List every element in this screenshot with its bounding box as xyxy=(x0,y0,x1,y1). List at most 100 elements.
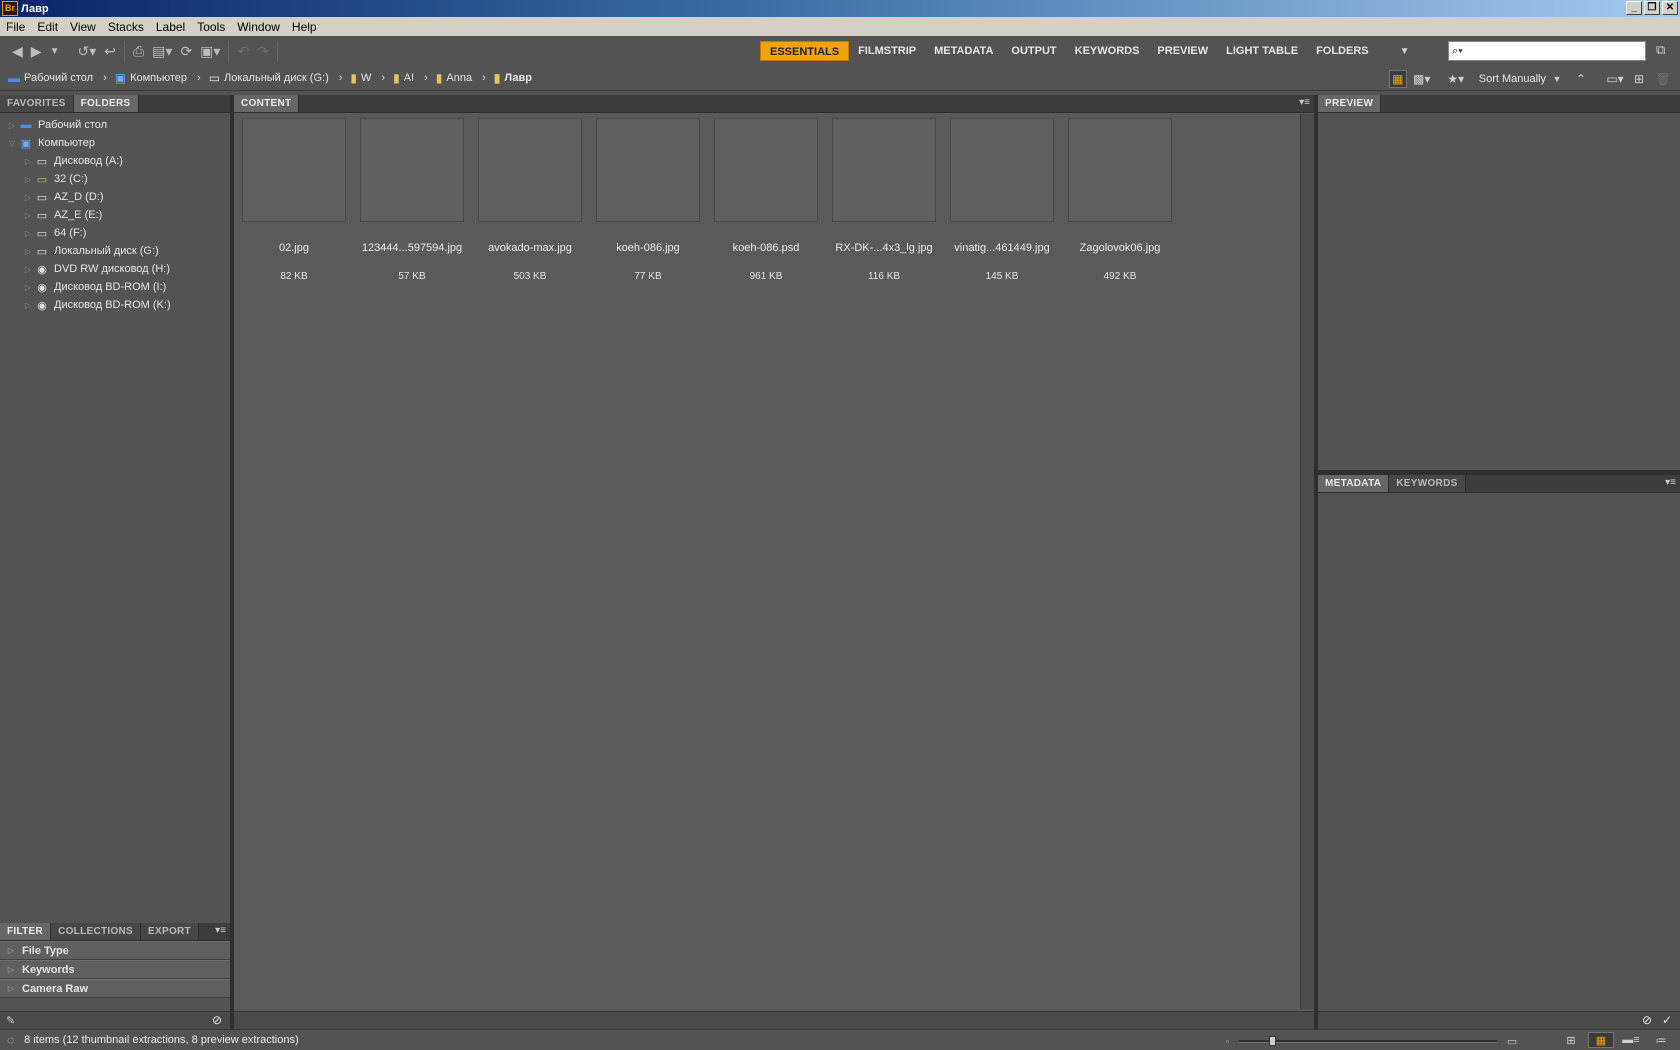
sort-menu[interactable]: Sort Manually xyxy=(1479,73,1546,85)
thumbnail-image[interactable] xyxy=(1068,118,1172,222)
expand-triangle-icon[interactable]: ▷ xyxy=(22,157,34,166)
minimize-button[interactable]: _ xyxy=(1626,1,1642,15)
trash-icon[interactable]: 🗑 xyxy=(1654,70,1672,88)
menu-file[interactable]: File xyxy=(0,20,31,34)
tree-item-drive-g[interactable]: ▷ ▭ Локальный диск (G:) xyxy=(0,242,230,260)
thumbnail-item[interactable]: koeh-086.psd 961 KB xyxy=(714,118,818,283)
tree-item-drive-e[interactable]: ▷ ▭ AZ_E (E:) xyxy=(0,206,230,224)
workspace-filmstrip[interactable]: FILMSTRIP xyxy=(849,41,925,61)
breadcrumb-chevron-icon[interactable]: › xyxy=(424,72,428,84)
breadcrumb-chevron-icon[interactable]: › xyxy=(197,72,201,84)
menu-tools[interactable]: Tools xyxy=(191,20,231,34)
tree-item-drive-f[interactable]: ▷ ▭ 64 (F:) xyxy=(0,224,230,242)
workspace-keywords[interactable]: KEYWORDS xyxy=(1066,41,1149,61)
workspace-metadata[interactable]: METADATA xyxy=(925,41,1002,61)
forward-arrow-icon[interactable]: ▶ xyxy=(31,40,42,62)
filter-section-camera-raw[interactable]: ▷ Camera Raw xyxy=(0,979,230,998)
cancel-icon[interactable]: ⊘ xyxy=(1642,1013,1652,1027)
star-filter-icon[interactable]: ★▾ xyxy=(1447,70,1465,88)
breadcrumb-chevron-icon[interactable]: › xyxy=(339,72,343,84)
thumbnail-quality-icon[interactable]: ▩▾ xyxy=(1413,70,1431,88)
menu-help[interactable]: Help xyxy=(286,20,323,34)
quality-thumbnails-icon[interactable]: ▦ xyxy=(1388,69,1407,88)
thumbnail-image[interactable] xyxy=(950,118,1054,222)
expand-triangle-icon[interactable]: ▷ xyxy=(22,265,34,274)
expand-triangle-icon[interactable]: ▷ xyxy=(6,121,18,130)
new-folder-icon[interactable]: ⊞ xyxy=(1630,70,1648,88)
expand-triangle-icon[interactable]: ▷ xyxy=(0,984,22,993)
compact-mode-icon[interactable]: ⧉ xyxy=(1656,42,1674,60)
menu-edit[interactable]: Edit xyxy=(31,20,64,34)
expand-triangle-icon[interactable]: ▷ xyxy=(22,283,34,292)
expand-triangle-icon[interactable]: ▷ xyxy=(22,301,34,310)
filter-section-file-type[interactable]: ▷ File Type xyxy=(0,941,230,960)
breadcrumb-folder-anna[interactable]: ▮ Anna › xyxy=(436,71,486,85)
search-box[interactable]: ⌕▾ xyxy=(1448,41,1646,61)
tree-item-drive-h[interactable]: ▷ ◉ DVD RW дисковод (H:) xyxy=(0,260,230,278)
panel-menu-icon[interactable]: ▾≡ xyxy=(215,925,226,936)
lock-grid-icon[interactable]: ⊞ xyxy=(1558,1032,1584,1048)
expand-triangle-icon[interactable]: ▷ xyxy=(22,211,34,220)
tree-item-drive-a[interactable]: ▷ ▭ Дисковод (A:) xyxy=(0,152,230,170)
collapse-triangle-icon[interactable]: ▽ xyxy=(6,139,18,148)
tab-collections[interactable]: COLLECTIONS xyxy=(51,923,142,940)
menu-label[interactable]: Label xyxy=(150,20,191,34)
workspace-more-chevron-down-icon[interactable]: ▼ xyxy=(1400,46,1410,57)
workspace-preview[interactable]: PREVIEW xyxy=(1148,41,1217,61)
output-icon[interactable]: ▣▾ xyxy=(200,40,220,62)
tab-content[interactable]: CONTENT xyxy=(234,95,300,112)
thumbnail-image[interactable] xyxy=(714,118,818,222)
tab-preview[interactable]: PREVIEW xyxy=(1318,95,1382,112)
clear-filter-icon[interactable]: ⊘ xyxy=(212,1013,222,1027)
expand-triangle-icon[interactable]: ▷ xyxy=(22,247,34,256)
breadcrumb-folder-current[interactable]: ▮ Лавр xyxy=(494,71,532,85)
recent-dropdown-icon[interactable]: ▼ xyxy=(50,40,60,62)
breadcrumb-computer[interactable]: ▣ Компьютер › xyxy=(115,71,201,85)
tree-item-computer[interactable]: ▽ ▣ Компьютер xyxy=(0,134,230,152)
panel-menu-icon[interactable]: ▾≡ xyxy=(1299,97,1310,108)
rotate-right-icon[interactable]: ↷ xyxy=(257,40,269,62)
workspace-folders[interactable]: FOLDERS xyxy=(1307,41,1378,61)
thumbnail-item[interactable]: Zagolovok06.jpg 492 KB xyxy=(1068,118,1172,283)
sort-dropdown-icon[interactable]: ▼ xyxy=(1548,70,1566,88)
thumbnail-image[interactable] xyxy=(596,118,700,222)
tree-item-drive-i[interactable]: ▷ ◉ Дисковод BD-ROM (I:) xyxy=(0,278,230,296)
close-button[interactable]: ✕ xyxy=(1662,1,1678,15)
thumbnail-image[interactable] xyxy=(832,118,936,222)
thumbnail-image[interactable] xyxy=(360,118,464,222)
refine-icon[interactable]: ▤▾ xyxy=(152,40,172,62)
filter-section-keywords[interactable]: ▷ Keywords xyxy=(0,960,230,979)
get-photos-camera-icon[interactable]: ⎙ xyxy=(133,40,144,62)
small-thumbnail-icon[interactable]: ▫ xyxy=(1226,1037,1229,1046)
expand-triangle-icon[interactable]: ▷ xyxy=(22,175,34,184)
tab-keywords[interactable]: KEYWORDS xyxy=(1389,475,1466,492)
pin-icon[interactable]: ✎ xyxy=(6,1014,15,1027)
view-list-icon[interactable]: ≔ xyxy=(1648,1032,1674,1048)
breadcrumb-chevron-icon[interactable]: › xyxy=(103,72,107,84)
tab-folders[interactable]: FOLDERS xyxy=(73,95,139,112)
tab-filter[interactable]: FILTER xyxy=(0,923,52,940)
workspace-essentials[interactable]: ESSENTIALS xyxy=(760,41,850,61)
thumbnail-item[interactable]: vinatig...461449.jpg 145 KB xyxy=(950,118,1054,283)
thumbnail-item[interactable]: koeh-086.jpg 77 KB xyxy=(596,118,700,283)
expand-triangle-icon[interactable]: ▷ xyxy=(0,965,22,974)
search-icon[interactable]: ⌕▾ xyxy=(1452,45,1463,58)
panel-menu-icon[interactable]: ▾≡ xyxy=(1665,477,1676,488)
thumbnail-image[interactable] xyxy=(242,118,346,222)
open-in-camera-raw-icon[interactable]: ⟳ xyxy=(180,40,192,62)
thumbnail-item[interactable]: 02.jpg 82 KB xyxy=(242,118,346,283)
breadcrumb-chevron-icon[interactable]: › xyxy=(482,72,486,84)
view-details-icon[interactable]: ▬≡ xyxy=(1618,1032,1644,1048)
tree-item-drive-k[interactable]: ▷ ◉ Дисковод BD-ROM (K:) xyxy=(0,296,230,314)
back-arrow-icon[interactable]: ◀ xyxy=(12,40,23,62)
breadcrumb-chevron-icon[interactable]: › xyxy=(381,72,385,84)
tab-favorites[interactable]: FAVORITES xyxy=(0,95,74,112)
thumbnail-size-slider[interactable]: ▫ ▭ xyxy=(1226,1035,1526,1048)
apply-checkmark-icon[interactable]: ✓ xyxy=(1662,1013,1672,1027)
slider-track[interactable] xyxy=(1238,1035,1497,1046)
sort-ascending-icon[interactable]: ⌃ xyxy=(1572,70,1590,88)
tree-item-desktop[interactable]: ▷ ▬ Рабочий стол xyxy=(0,116,230,134)
restore-button[interactable]: ❐ xyxy=(1644,1,1660,15)
workspace-output[interactable]: OUTPUT xyxy=(1002,41,1065,61)
tab-metadata[interactable]: METADATA xyxy=(1318,475,1390,492)
